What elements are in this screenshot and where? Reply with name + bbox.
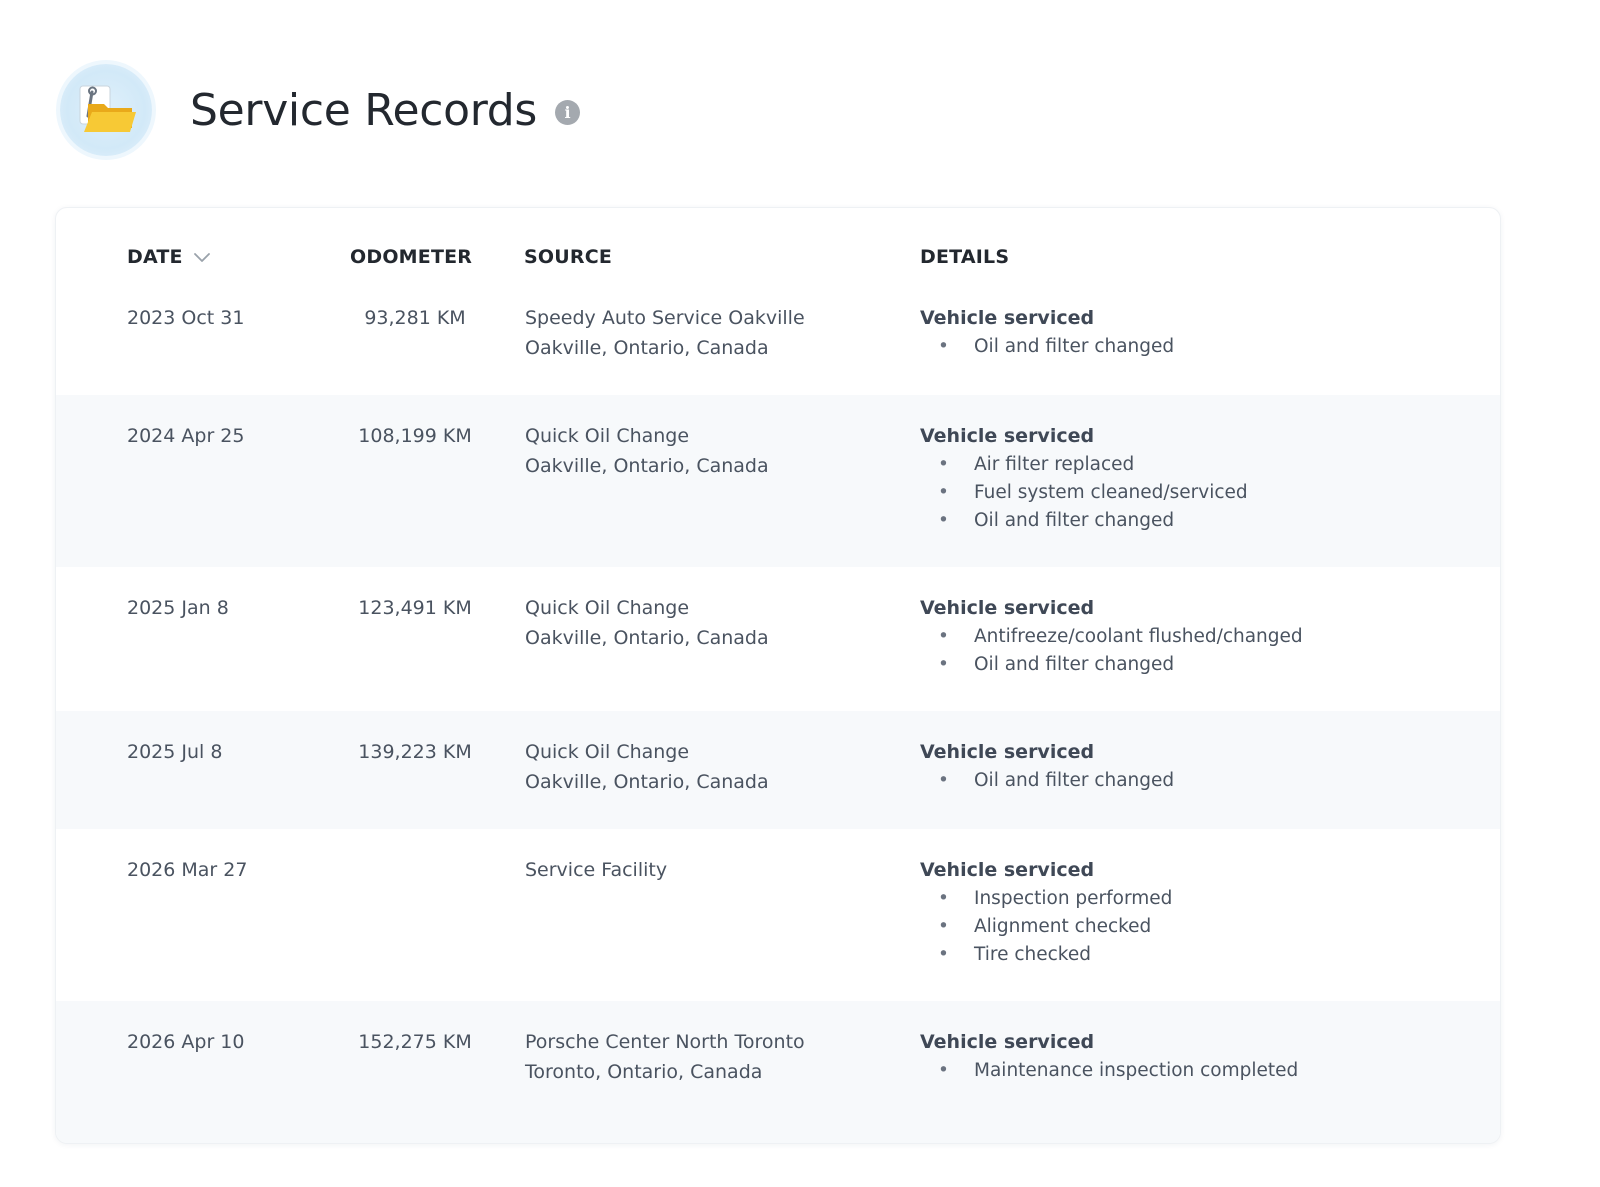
details-item: • Fuel system cleaned/serviced [938, 482, 1248, 503]
details-item: • Tire checked [938, 944, 1091, 965]
column-header-details: DETAILS [920, 246, 1010, 268]
table-row: 2025 Jan 8 123,491 KM Quick Oil Change O… [56, 567, 1500, 711]
service-records-page: Service Records i DATE ODOMETER SOURCE D… [0, 0, 1600, 1187]
row-details: Vehicle serviced • Oil and filter changed [920, 303, 1174, 361]
row-source: Quick Oil Change Oakville, Ontario, Cana… [525, 421, 769, 481]
row-source: Quick Oil Change Oakville, Ontario, Cana… [525, 593, 769, 653]
details-list: • Air filter replaced • Fuel system cleane… [920, 451, 1248, 535]
details-item: • Air filter replaced [938, 454, 1135, 475]
details-title: Vehicle serviced [920, 741, 1095, 763]
source-location: Toronto, Ontario, Canada [525, 1061, 763, 1083]
row-odometer: 123,491 KM [358, 597, 472, 619]
source-location: Oakville, Ontario, Canada [525, 337, 769, 359]
source-name: Quick Oil Change [525, 741, 690, 763]
table-row: 2026 Mar 27 Service Facility Vehicle ser… [56, 829, 1500, 1001]
row-source: Service Facility [525, 855, 667, 885]
details-title: Vehicle serviced [920, 1031, 1095, 1053]
source-name: Quick Oil Change [525, 597, 690, 619]
row-date: 2026 Apr 10 [127, 1031, 245, 1053]
source-name: Speedy Auto Service Oakville [525, 307, 805, 329]
source-location: Oakville, Ontario, Canada [525, 771, 769, 793]
details-item: • Antifreeze/coolant flushed/changed [938, 626, 1303, 647]
page-title: Service Records [190, 84, 538, 136]
source-location: Oakville, Ontario, Canada [525, 455, 769, 477]
source-name: Porsche Center North Toronto [525, 1031, 805, 1053]
table-row: 2023 Oct 31 93,281 KM Speedy Auto Servic… [56, 293, 1500, 395]
folder-wrench-icon [60, 64, 152, 156]
row-odometer: 139,223 KM [358, 741, 472, 763]
table-row: 2025 Jul 8 139,223 KM Quick Oil Change O… [56, 711, 1500, 829]
details-title: Vehicle serviced [920, 859, 1095, 881]
details-item: • Oil and filter changed [938, 654, 1175, 675]
row-date: 2026 Mar 27 [127, 859, 248, 881]
source-name: Service Facility [525, 859, 668, 881]
row-odometer: 152,275 KM [358, 1031, 472, 1053]
page-header: Service Records i [60, 64, 581, 156]
row-source: Porsche Center North Toronto Toronto, On… [525, 1027, 805, 1087]
details-item: • Maintenance inspection completed [938, 1060, 1299, 1081]
details-title: Vehicle serviced [920, 597, 1095, 619]
table-row: 2026 Apr 10 152,275 KM Porsche Center No… [56, 1001, 1500, 1143]
row-odometer: 93,281 KM [364, 307, 466, 329]
row-source: Speedy Auto Service Oakville Oakville, O… [525, 303, 805, 363]
row-details: Vehicle serviced • Oil and filter changed [920, 737, 1174, 795]
details-list: • Oil and filter changed [920, 333, 1174, 361]
table-row: 2024 Apr 25 108,199 KM Quick Oil Change … [56, 395, 1500, 567]
column-header-date-label: DATE [127, 246, 183, 268]
details-item: • Oil and filter changed [938, 770, 1175, 791]
row-date: 2024 Apr 25 [127, 425, 245, 447]
details-list: • Oil and filter changed [920, 767, 1174, 795]
info-icon[interactable]: i [555, 99, 581, 125]
table-header: DATE ODOMETER SOURCE DETAILS [56, 208, 1500, 293]
column-header-source: SOURCE [524, 246, 613, 268]
column-header-odometer: ODOMETER [350, 246, 473, 268]
details-list: • Antifreeze/coolant flushed/changed • Oil… [920, 623, 1303, 679]
details-list: • Inspection performed • Alignment checked… [920, 885, 1172, 969]
column-header-date[interactable]: DATE [127, 246, 211, 268]
details-item: • Alignment checked [938, 916, 1152, 937]
details-item: • Inspection performed [938, 888, 1173, 909]
source-location: Oakville, Ontario, Canada [525, 627, 769, 649]
row-date: 2023 Oct 31 [127, 307, 245, 329]
row-date: 2025 Jul 8 [127, 741, 223, 763]
details-title: Vehicle serviced [920, 307, 1095, 329]
details-list: • Maintenance inspection completed [920, 1057, 1298, 1085]
row-details: Vehicle serviced • Antifreeze/coolant flu… [920, 593, 1303, 679]
row-date: 2025 Jan 8 [127, 597, 229, 619]
service-records-table: DATE ODOMETER SOURCE DETAILS 2023 Oct 31… [55, 207, 1501, 1144]
source-name: Quick Oil Change [525, 425, 690, 447]
row-source: Quick Oil Change Oakville, Ontario, Cana… [525, 737, 769, 797]
row-odometer: 108,199 KM [358, 425, 472, 447]
row-details: Vehicle serviced • Maintenance inspection… [920, 1027, 1298, 1085]
row-details: Vehicle serviced • Inspection performed •… [920, 855, 1172, 969]
row-details: Vehicle serviced • Air filter replaced • F… [920, 421, 1248, 535]
chevron-down-icon[interactable] [193, 246, 211, 268]
details-item: • Oil and filter changed [938, 510, 1175, 531]
details-item: • Oil and filter changed [938, 336, 1175, 357]
details-title: Vehicle serviced [920, 425, 1095, 447]
